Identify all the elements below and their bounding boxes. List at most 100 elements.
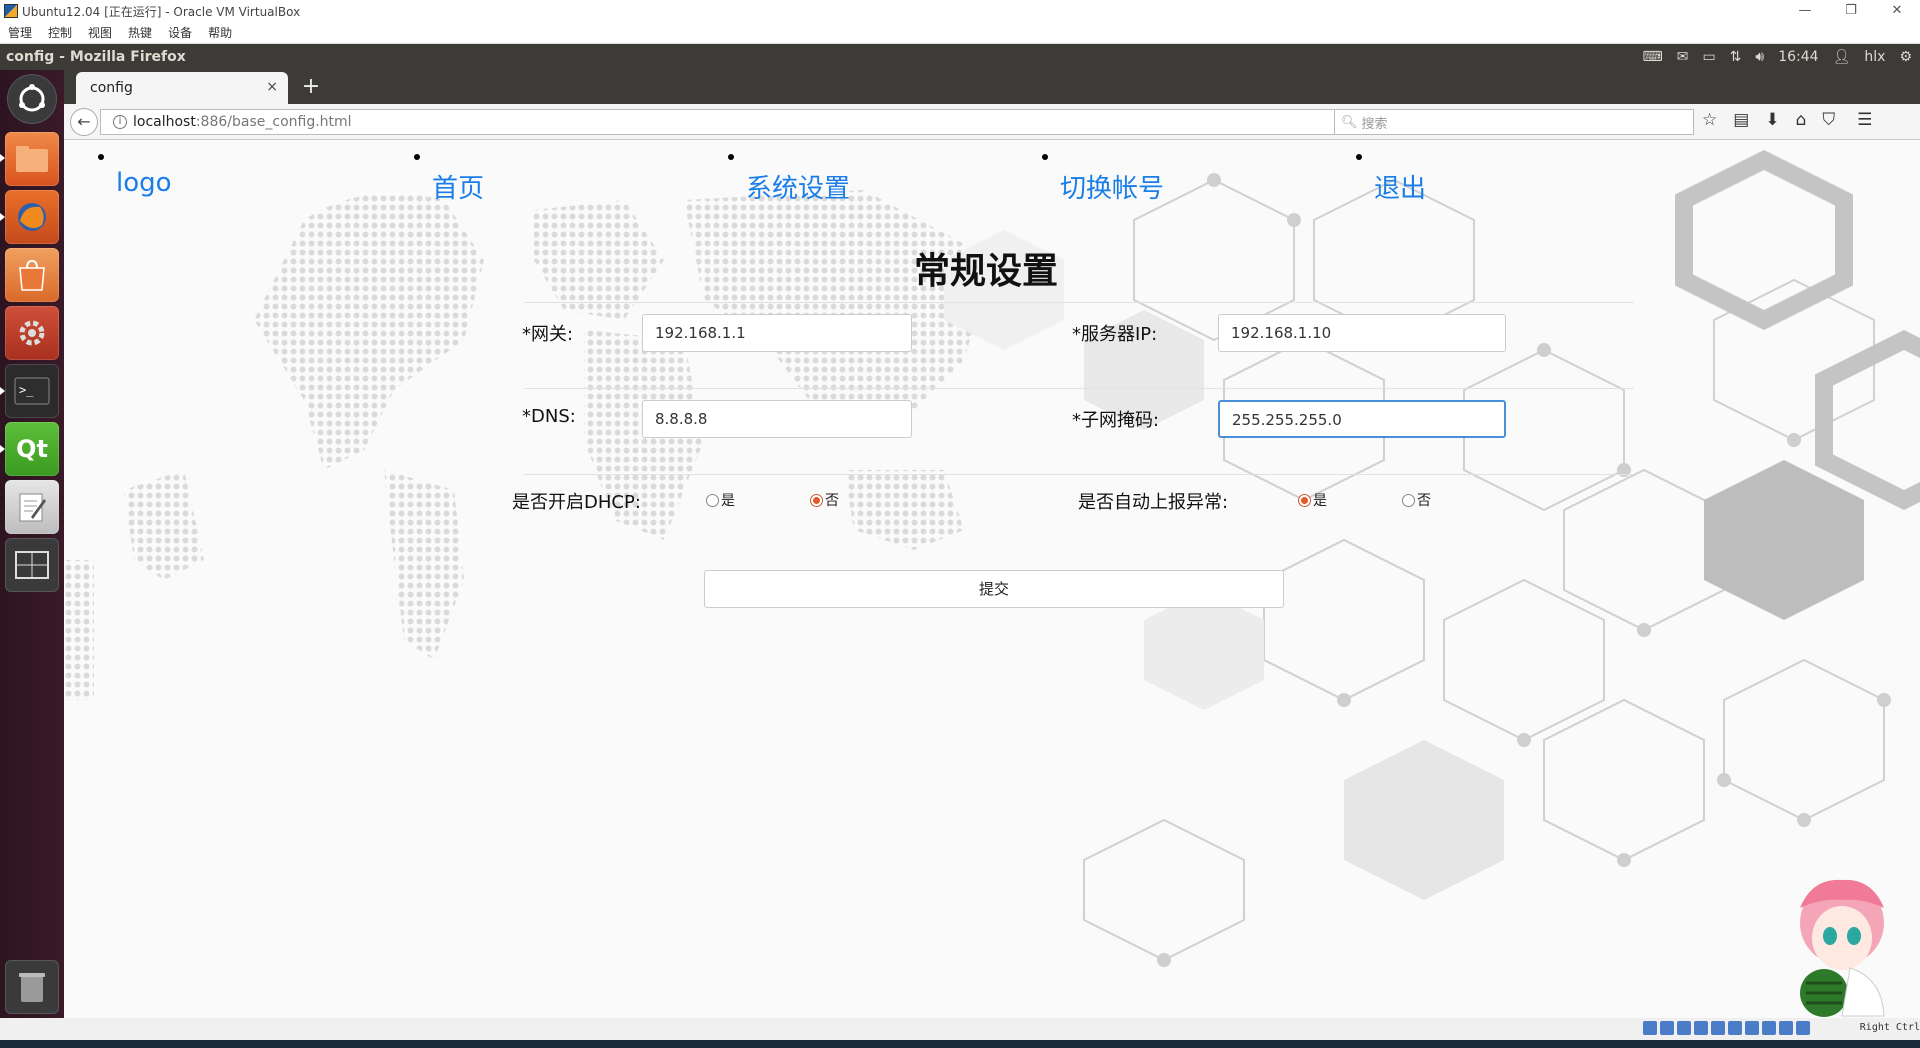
downloads-icon[interactable]: ⬇	[1765, 110, 1779, 130]
mail-icon[interactable]: ✉	[1677, 49, 1689, 65]
menu-hamburger-icon[interactable]: ☰	[1857, 110, 1872, 130]
shared-folder-icon[interactable]	[1728, 1021, 1742, 1035]
server-ip-input[interactable]: 192.168.1.10	[1218, 314, 1506, 352]
text-editor-icon[interactable]	[5, 480, 59, 534]
toolbar-icons: ☆ ▤ ⬇ ⌂ ⛉ ☰	[1702, 110, 1872, 130]
subnet-mask-label: *子网掩码:	[1072, 410, 1160, 431]
nav-switch-account-text[interactable]: 切换帐号	[1060, 168, 1164, 205]
url-path: :886/base_config.html	[195, 114, 352, 130]
vbox-window-title: Ubuntu12.04 [正在运行] - Oracle VM VirtualBo…	[22, 4, 301, 19]
host-taskbar	[0, 1040, 1920, 1048]
radio-circle[interactable]	[706, 493, 719, 507]
page-title: 常规设置	[914, 251, 1059, 292]
auto-report-yes-radio[interactable]: 是	[1298, 490, 1327, 510]
mouse-integration-icon[interactable]	[1779, 1021, 1793, 1035]
terminal-icon[interactable]: >_	[5, 364, 59, 418]
new-tab-button[interactable]: +	[298, 74, 324, 100]
harddisk-icon[interactable]	[1643, 1021, 1657, 1035]
nav-logo-text[interactable]: logo	[116, 168, 172, 198]
dns-label: *DNS:	[522, 406, 576, 427]
dhcp-no-radio[interactable]: 否	[810, 490, 839, 510]
active-window-title: config - Mozilla Firefox	[6, 49, 186, 65]
clock[interactable]: 16:44	[1778, 49, 1818, 65]
row-divider	[524, 474, 1634, 475]
bookmark-star-icon[interactable]: ☆	[1702, 110, 1717, 130]
web-page: logo 首页 系统设置 切换帐号 退出 常规设置 *网关: 192.168.1…	[64, 140, 1920, 1018]
subnet-mask-input[interactable]: 255.255.255.0	[1218, 400, 1506, 438]
close-button[interactable]: ✕	[1874, 0, 1920, 22]
menu-help[interactable]: 帮助	[200, 24, 240, 41]
files-icon[interactable]	[5, 132, 59, 186]
menu-hotkey[interactable]: 热键	[120, 24, 160, 41]
gateway-input[interactable]: 192.168.1.1	[642, 314, 912, 352]
virtualbox-icon	[4, 4, 18, 18]
menu-view[interactable]: 视图	[80, 24, 120, 41]
gear-icon[interactable]: ⚙	[1899, 49, 1912, 65]
network-icon[interactable]: ⇅	[1730, 49, 1742, 65]
maximize-button[interactable]: ❐	[1828, 0, 1874, 22]
nav-home-text[interactable]: 首页	[432, 168, 484, 205]
world-map-dots	[64, 190, 994, 700]
search-input[interactable]: 🔍︎ 搜索	[1334, 109, 1694, 135]
running-indicator	[0, 387, 5, 395]
info-icon[interactable]: i	[113, 115, 127, 129]
tab-config[interactable]: config ×	[76, 72, 288, 104]
bookmarks-list-icon[interactable]: ▤	[1733, 110, 1749, 130]
browser-tab-bar: config × +	[64, 70, 1920, 104]
qt-creator-icon[interactable]: Qt	[5, 422, 59, 476]
optical-drive-icon[interactable]	[1660, 1021, 1674, 1035]
dash-home-icon[interactable]	[7, 74, 57, 124]
menu-devices[interactable]: 设备	[160, 24, 200, 41]
list-bullet	[1042, 154, 1048, 160]
pocket-icon[interactable]: ⛉	[1822, 110, 1835, 130]
mascot-widget[interactable]	[1772, 868, 1912, 1018]
url-bar[interactable]: i localhost:886/base_config.html ↻	[100, 109, 1362, 135]
home-icon[interactable]: ⌂	[1796, 110, 1807, 130]
radio-circle-checked[interactable]	[810, 493, 823, 507]
workspace-switcher-icon[interactable]	[5, 538, 59, 592]
keyboard-capture-icon[interactable]	[1796, 1021, 1810, 1035]
system-settings-icon[interactable]	[5, 306, 59, 360]
vbox-titlebar: Ubuntu12.04 [正在运行] - Oracle VM VirtualBo…	[0, 0, 1920, 22]
url-host: localhost	[133, 114, 196, 130]
tab-close-icon[interactable]: ×	[266, 79, 278, 95]
back-button[interactable]: ←	[70, 108, 98, 136]
gateway-label: *网关:	[522, 324, 574, 345]
nav-logout-text[interactable]: 退出	[1374, 168, 1426, 205]
menu-control[interactable]: 控制	[40, 24, 80, 41]
dhcp-yes-radio[interactable]: 是	[706, 490, 735, 510]
running-indicator	[0, 445, 5, 453]
menu-manage[interactable]: 管理	[0, 24, 40, 41]
submit-button[interactable]: 提交	[704, 570, 1284, 608]
hexagon-art-thick	[1675, 149, 1920, 511]
window-controls: — ❐ ✕	[1782, 0, 1920, 22]
network-adapter-icon[interactable]	[1694, 1021, 1708, 1035]
volume-icon[interactable]: 🔊︎	[1755, 49, 1764, 65]
nav-system-settings-text[interactable]: 系统设置	[746, 168, 850, 205]
user-icon[interactable]: 👤︎	[1833, 49, 1851, 65]
dns-input[interactable]: 8.8.8.8	[642, 400, 912, 438]
trash-icon[interactable]	[5, 960, 59, 1014]
auto-report-no-label: 否	[1417, 493, 1431, 509]
usb-icon[interactable]	[1711, 1021, 1725, 1035]
auto-report-label: 是否自动上报异常:	[1078, 492, 1229, 513]
browser-nav-bar: ← i localhost:886/base_config.html ↻ 🔍︎ …	[64, 104, 1920, 140]
list-bullet	[414, 154, 420, 160]
radio-circle[interactable]	[1402, 493, 1415, 507]
auto-report-no-radio[interactable]: 否	[1402, 490, 1431, 510]
radio-circle-checked[interactable]	[1298, 493, 1311, 507]
row-divider	[524, 302, 1634, 303]
battery-icon[interactable]: ▭	[1702, 49, 1715, 65]
recording-icon[interactable]	[1762, 1021, 1776, 1035]
firefox-icon[interactable]	[5, 190, 59, 244]
audio-icon[interactable]	[1677, 1021, 1691, 1035]
keyboard-icon[interactable]: ⌨	[1642, 49, 1662, 65]
unity-launcher: >_ Qt	[0, 70, 64, 1040]
software-center-icon[interactable]	[5, 248, 59, 302]
user-name[interactable]: hlx	[1864, 49, 1885, 65]
minimize-button[interactable]: —	[1782, 0, 1828, 22]
auto-report-yes-label: 是	[1313, 493, 1327, 509]
arrow-left-icon: ←	[77, 112, 91, 131]
svg-text:>_: >_	[19, 383, 34, 397]
display-icon[interactable]	[1745, 1021, 1759, 1035]
